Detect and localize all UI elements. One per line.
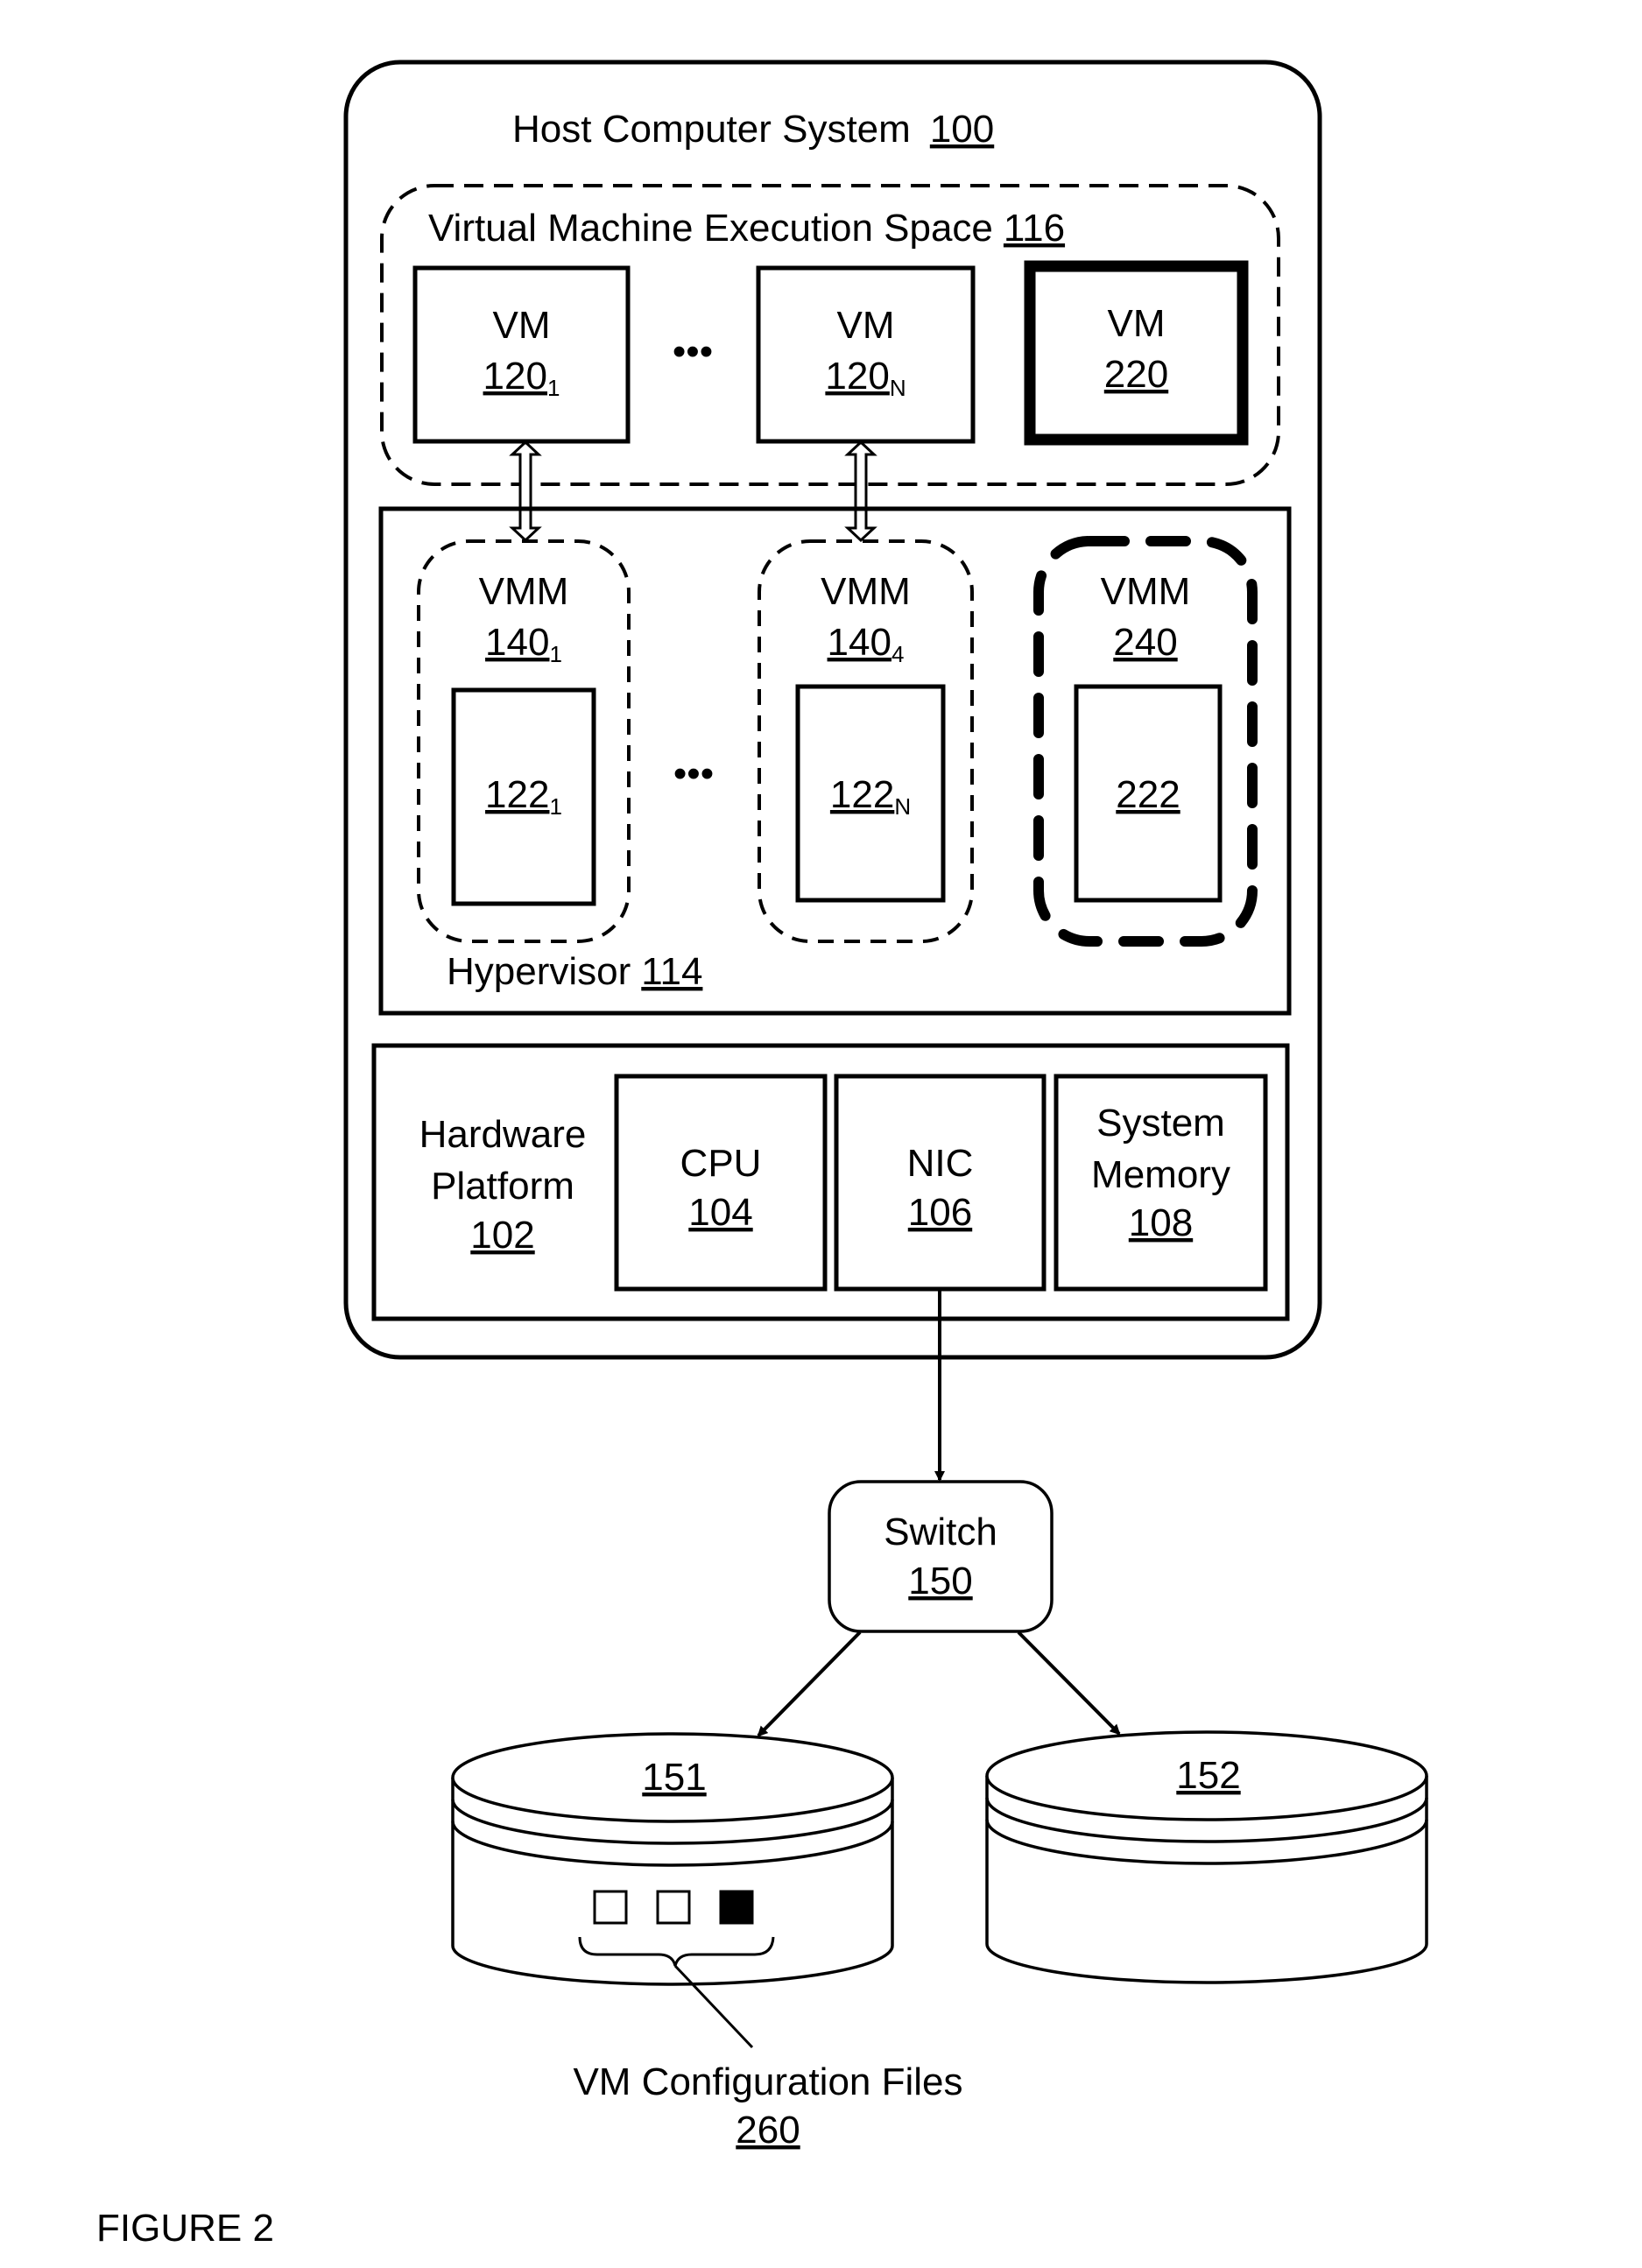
config-files-ref: 260	[736, 2109, 800, 2152]
vmm-label: VMM	[821, 570, 911, 613]
vmm-ref: 1404	[828, 621, 905, 667]
system-memory[interactable]: System Memory 108	[1054, 1074, 1268, 1292]
storage-ref: 152	[1176, 1754, 1240, 1797]
vm-ref: 120N	[825, 355, 906, 401]
hypervisor-title: Hypervisor 114	[447, 950, 702, 993]
vm-label: VM	[1108, 302, 1166, 345]
hardware-platform-title: Hardware	[419, 1113, 587, 1156]
vm-state-ref: 1221	[485, 773, 562, 820]
cpu[interactable]: CPU 104	[614, 1074, 828, 1292]
storage-151[interactable]: 151	[451, 1732, 894, 1986]
vm-state-ref: 222	[1116, 773, 1180, 816]
switch: Switch 150	[828, 1480, 1054, 1633]
vm-ref: 1201	[483, 355, 560, 401]
vm-execution-space-ref: 116	[1004, 207, 1065, 250]
vm-120-1[interactable]: VM 1201	[412, 265, 631, 444]
vm-label: VM	[493, 304, 551, 347]
vmm-label: VMM	[479, 570, 569, 613]
host-ref: 100	[930, 108, 994, 151]
storage-152[interactable]: 152	[985, 1730, 1428, 1984]
vm-ellipsis: •••	[673, 330, 713, 373]
vmm-140-1[interactable]: VMM 1401 1221	[417, 539, 631, 943]
vmm-ref-subscript: 1	[549, 641, 561, 667]
vm-120-N[interactable]: VM 120N	[756, 265, 976, 444]
vm-ref-subscript: 1	[547, 375, 560, 401]
nic[interactable]: NIC 106	[834, 1074, 1047, 1292]
vmm-140-4[interactable]: VMM 1404 122N	[758, 539, 974, 943]
storage-ref: 151	[642, 1756, 706, 1799]
vm-state-ref-subscript: N	[894, 793, 911, 820]
vmm-ellipsis: •••	[673, 752, 714, 795]
cpu-ref: 104	[688, 1191, 752, 1234]
switch-label: Switch	[884, 1511, 997, 1553]
system-memory-ref: 108	[1129, 1201, 1193, 1244]
nic-ref: 106	[908, 1191, 972, 1234]
config-files-label: VM Configuration Files	[573, 2060, 962, 2103]
vmm-240[interactable]: VMM 240 222	[1033, 536, 1258, 947]
hardware-platform-ref: 102	[470, 1214, 534, 1257]
vmm-label: VMM	[1101, 570, 1191, 613]
hardware-platform-title-2: Platform	[431, 1165, 574, 1208]
hardware-platform: Hardware Platform 102 CPU 104 NIC 106 System…	[371, 1043, 1290, 1321]
vm-220[interactable]: VM 220	[1024, 260, 1249, 446]
switch-ref: 150	[908, 1560, 972, 1602]
cpu-label: CPU	[680, 1142, 762, 1185]
architecture-diagram: Host Computer System 100 Virtual Machine …	[96, 60, 1428, 2250]
vm-execution-space-title: Virtual Machine Execution Space 116	[428, 207, 1065, 250]
figure-caption: FIGURE 2	[96, 2207, 274, 2250]
system-memory-label: System	[1096, 1102, 1225, 1145]
system-memory-label-2: Memory	[1091, 1153, 1230, 1196]
vmm-ref: 240	[1113, 621, 1177, 664]
vm-label: VM	[837, 304, 895, 347]
switch-box	[828, 1480, 1054, 1633]
vmm-ref: 1401	[485, 621, 562, 667]
config-file-filled-icon[interactable]	[719, 1890, 754, 1925]
double-arrow-icon	[509, 440, 542, 543]
vm-execution-space: Virtual Machine Execution Space 116 VM 120…	[380, 184, 1280, 486]
switch-to-storage-151-arrow	[757, 1631, 862, 1737]
vm-ref: 220	[1104, 353, 1168, 396]
hypervisor: VMM 1401 1221 VMM 1404 122N VMM 240 222 ••• Hype…	[378, 506, 1292, 1016]
config-file-icon[interactable]	[593, 1890, 628, 1925]
double-arrow-icon	[844, 440, 877, 543]
vm-state-ref: 122N	[830, 773, 911, 820]
nic-label: NIC	[907, 1142, 974, 1185]
vmm-ref-subscript: 4	[891, 641, 904, 667]
hypervisor-ref: 114	[641, 950, 702, 993]
vm-state-ref-subscript: 1	[549, 793, 561, 820]
vm-ref-subscript: N	[890, 375, 906, 401]
switch-to-storage-152-arrow	[1017, 1631, 1121, 1736]
config-file-icon[interactable]	[656, 1890, 691, 1925]
host-title: Host Computer System 100	[512, 108, 994, 151]
